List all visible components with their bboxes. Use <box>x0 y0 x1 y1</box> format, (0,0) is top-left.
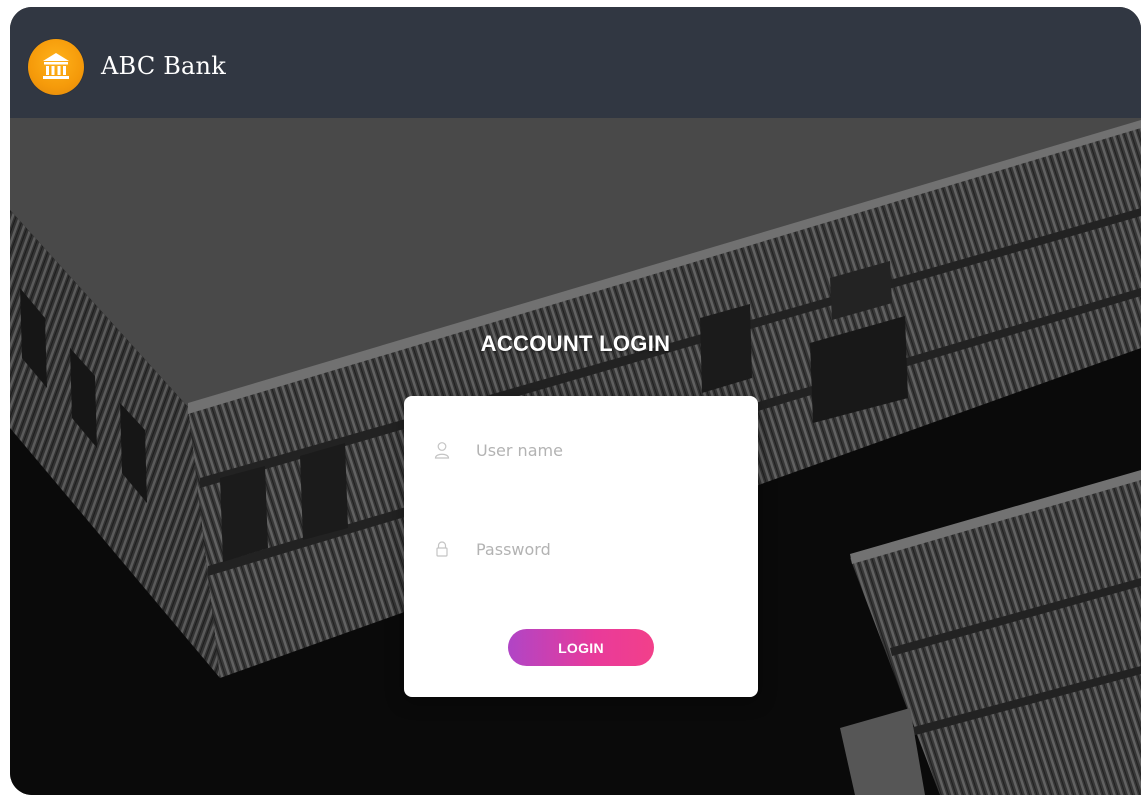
brand-name: ABC Bank <box>101 52 226 80</box>
account-login-heading: ACCOUNT LOGIN <box>480 331 671 356</box>
username-input[interactable] <box>476 435 736 465</box>
app-window: ABC Bank ACCOUNT LOGIN User name LOGIN <box>10 7 1141 795</box>
lock-icon <box>436 541 448 557</box>
bank-building-icon <box>43 53 69 79</box>
bank-logo[interactable] <box>28 39 84 95</box>
username-field-row <box>404 435 758 465</box>
header-bar: ABC Bank <box>10 7 1141 118</box>
password-input[interactable] <box>476 534 736 564</box>
password-field-row <box>404 534 758 564</box>
login-card: LOGIN <box>404 396 758 697</box>
user-icon <box>434 442 450 459</box>
login-button[interactable]: LOGIN <box>508 629 654 666</box>
